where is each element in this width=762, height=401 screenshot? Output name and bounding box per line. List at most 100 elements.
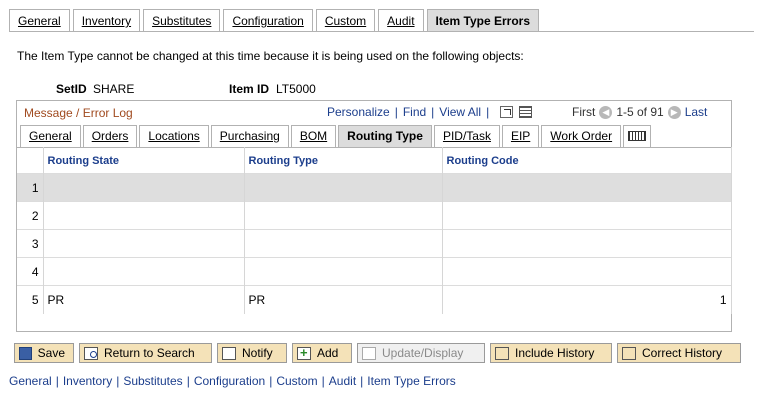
separator: | [431, 105, 435, 119]
tab-label: Inventory [81, 14, 132, 28]
routing-type-cell [244, 229, 443, 258]
subtab-general[interactable]: General [20, 125, 81, 147]
subtab-label: Routing Type [347, 129, 423, 143]
update-display-label: Update/Display [382, 346, 464, 360]
routing-code-cell: 1 [442, 285, 732, 314]
subtab-orders[interactable]: Orders [82, 125, 138, 147]
include-history-label: Include History [515, 346, 595, 360]
column-header-routing-type: Routing Type [244, 147, 443, 174]
separator: | [486, 105, 490, 119]
find-link[interactable]: Find [403, 105, 426, 119]
personalize-link[interactable]: Personalize [327, 105, 390, 119]
subtab-work-order[interactable]: Work Order [541, 125, 622, 147]
routing-type-cell [244, 201, 443, 230]
tab-audit[interactable]: Audit [378, 9, 424, 32]
next-arrow-icon[interactable]: ▶ [667, 105, 681, 119]
routing-type-cell [244, 173, 443, 202]
footer-link-audit[interactable]: Audit [329, 374, 356, 388]
footer-link-custom[interactable]: Custom [276, 374, 317, 388]
subtab-eip[interactable]: EIP [501, 125, 540, 147]
table-row[interactable]: 4 [17, 257, 732, 286]
tab-general[interactable]: General [9, 9, 70, 32]
notify-button[interactable]: Notify [217, 343, 287, 363]
grid-nav: Personalize | Find | View All | [327, 105, 533, 119]
footer-link-item-type-errors[interactable]: Item Type Errors [367, 374, 455, 388]
item-id-value: LT5000 [276, 82, 316, 96]
separator: | [321, 374, 325, 388]
row-range: 1-5 of 91 [616, 105, 664, 119]
correct-history-label: Correct History [642, 346, 723, 360]
error-log-grid: Message / Error Log Personalize | Find |… [16, 100, 732, 332]
tab-inventory[interactable]: Inventory [72, 9, 141, 32]
tab-divider [9, 31, 754, 32]
table-row[interactable]: 3 [17, 229, 732, 258]
previous-arrow-icon[interactable]: ◀ [599, 105, 613, 119]
download-grid-icon[interactable] [519, 106, 533, 118]
tab-label: General [18, 14, 61, 28]
pager: First ◀ 1-5 of 91 ▶ Last [572, 105, 707, 119]
separator: | [360, 374, 364, 388]
setid-label: SetID [56, 82, 87, 96]
return-to-search-label: Return to Search [104, 346, 195, 360]
show-all-columns-icon [628, 131, 647, 141]
subtab-label: Orders [91, 129, 129, 143]
routing-state-cell [43, 201, 245, 230]
add-button[interactable]: Add [292, 343, 352, 363]
return-to-search-icon [84, 346, 98, 360]
routing-type-cell: PR [244, 285, 443, 314]
subtab-purchasing[interactable]: Purchasing [210, 125, 289, 147]
routing-type-cell [244, 257, 443, 286]
save-label: Save [37, 346, 65, 360]
separator: | [55, 374, 59, 388]
table-row[interactable]: 1 [17, 173, 732, 202]
page-tabs: General Inventory Substitutes Configurat… [9, 9, 542, 32]
subtab-routing-type[interactable]: Routing Type [338, 125, 432, 147]
zoom-icon[interactable] [500, 106, 514, 118]
subtab-bom[interactable]: BOM [290, 125, 337, 147]
row-number: 1 [17, 173, 44, 202]
show-all-columns-tab[interactable] [623, 125, 652, 147]
footer-link-general[interactable]: General [9, 374, 52, 388]
subtab-label: Purchasing [219, 129, 280, 143]
routing-state-cell [43, 173, 245, 202]
footer-links: General | Inventory | Substitutes | Configurat… [9, 374, 456, 388]
info-message: The Item Type cannot be changed at this … [17, 49, 524, 63]
tab-configuration[interactable]: Configuration [223, 9, 313, 32]
view-all-link[interactable]: View All [439, 105, 481, 119]
tab-custom[interactable]: Custom [315, 9, 376, 32]
column-header-rownum [17, 147, 44, 174]
save-button[interactable]: Save [14, 343, 74, 363]
separator: | [116, 374, 120, 388]
subtab-label: Locations [148, 129, 200, 143]
row-number: 2 [17, 201, 44, 230]
footer-link-configuration[interactable]: Configuration [194, 374, 265, 388]
add-label: Add [317, 346, 339, 360]
tab-label: Item Type Errors [435, 14, 531, 28]
tab-item-type-errors[interactable]: Item Type Errors [426, 9, 540, 32]
update-display-button[interactable]: Update/Display [357, 343, 485, 363]
last-link[interactable]: Last [685, 105, 708, 119]
include-history-icon [495, 346, 509, 360]
item-id-label: Item ID [229, 82, 270, 96]
routing-state-cell [43, 257, 245, 286]
subtab-label: General [29, 129, 72, 143]
footer-link-inventory[interactable]: Inventory [63, 374, 112, 388]
return-to-search-button[interactable]: Return to Search [79, 343, 212, 363]
include-history-button[interactable]: Include History [490, 343, 612, 363]
tab-substitutes[interactable]: Substitutes [143, 9, 221, 32]
footer-link-substitutes[interactable]: Substitutes [123, 374, 182, 388]
row-number: 5 [17, 285, 44, 314]
update-display-icon [362, 346, 376, 360]
routing-code-cell [442, 201, 732, 230]
table-row[interactable]: 2 [17, 201, 732, 230]
table-row[interactable]: 5 PR PR 1 [17, 285, 732, 314]
routing-state-cell: PR [43, 285, 245, 314]
first-label: First [572, 105, 596, 119]
page-toolbar: Save Return to Search Notify Add Update/… [14, 343, 746, 363]
table-header-row: Routing State Routing Type Routing Code [17, 147, 732, 174]
grid-title: Message / Error Log [24, 106, 133, 120]
subtab-pid-task[interactable]: PID/Task [433, 125, 500, 147]
subtab-locations[interactable]: Locations [139, 125, 209, 147]
correct-history-button[interactable]: Correct History [617, 343, 741, 363]
separator: | [394, 105, 398, 119]
